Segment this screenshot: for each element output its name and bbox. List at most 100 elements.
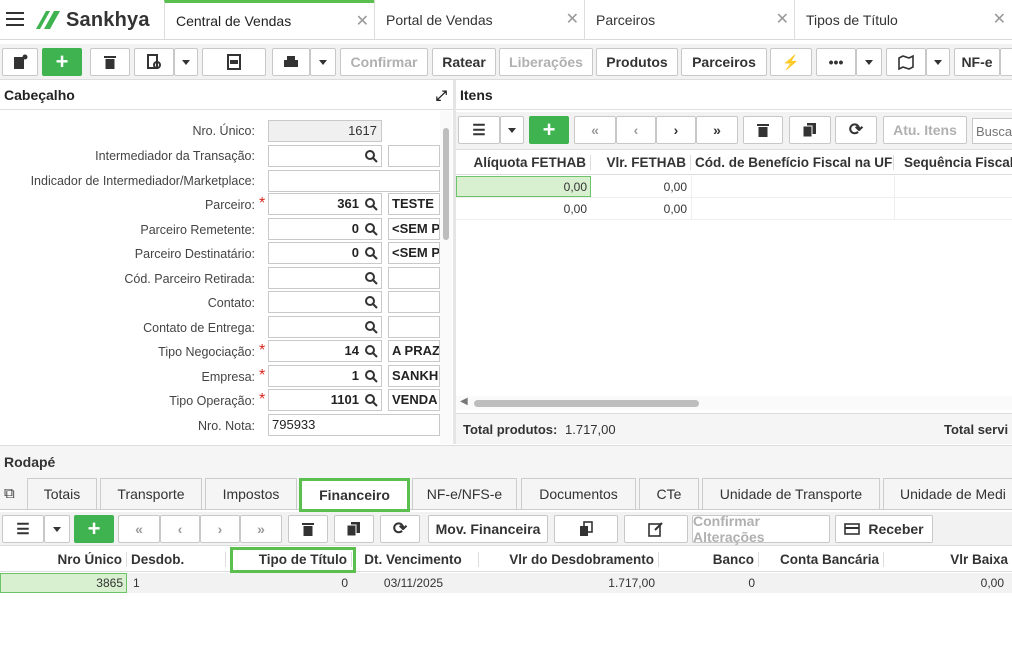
tab-totais[interactable]: Totais	[27, 478, 97, 509]
parceiros-button[interactable]: Parceiros	[681, 48, 767, 76]
menu-icon[interactable]	[6, 12, 24, 26]
copy-item-button[interactable]	[789, 116, 831, 144]
search-icon[interactable]	[364, 197, 378, 211]
search-icon[interactable]	[364, 344, 378, 358]
search-icon[interactable]	[364, 271, 378, 285]
mov-financeira-button[interactable]: Mov. Financeira	[428, 515, 548, 543]
close-icon[interactable]: ✕	[776, 0, 789, 40]
print-dropdown[interactable]	[310, 48, 336, 76]
confirmar-alteracoes-button[interactable]: Confirmar Alterações	[692, 513, 830, 545]
tab-central-de-vendas[interactable]: Central de Vendas ✕	[164, 0, 375, 40]
search-icon[interactable]	[364, 393, 378, 407]
last-page-button[interactable]: »	[240, 515, 282, 543]
nfe-dropdown[interactable]	[1000, 48, 1012, 76]
close-icon[interactable]: ✕	[566, 0, 579, 40]
table-row[interactable]: 3865 1 0 03/11/2025 1.717,00 0 0,00	[0, 573, 1012, 593]
list-view-dropdown[interactable]	[44, 515, 70, 543]
prev-page-button[interactable]: ‹	[616, 116, 656, 144]
contato-field[interactable]	[268, 291, 382, 313]
add-button[interactable]: +	[42, 48, 82, 76]
indicador-field[interactable]	[268, 170, 440, 192]
search-icon[interactable]	[364, 246, 378, 260]
actions-button[interactable]: ⚡	[770, 48, 812, 76]
search-icon[interactable]	[364, 320, 378, 334]
column-header[interactable]: Dt. Vencimento	[352, 552, 479, 567]
close-icon[interactable]: ✕	[993, 0, 1006, 40]
tab-tipos-de-titulo[interactable]: Tipos de Título ✕	[794, 0, 1012, 40]
itens-h-scrollbar[interactable]: ◀	[456, 396, 1012, 410]
column-header[interactable]: Alíquota FETHAB	[456, 155, 591, 170]
itens-search-input[interactable]	[972, 118, 1012, 144]
list-view-dropdown[interactable]	[500, 116, 524, 144]
search-icon[interactable]	[364, 295, 378, 309]
close-icon[interactable]: ✕	[356, 3, 369, 40]
tab-unidade-transporte[interactable]: Unidade de Transporte	[702, 478, 880, 509]
pdf-button[interactable]	[202, 48, 266, 76]
edit-button[interactable]	[624, 515, 688, 543]
search-icon[interactable]	[364, 369, 378, 383]
confirm-button[interactable]: Confirmar	[340, 48, 428, 76]
new-document-button[interactable]	[2, 48, 38, 76]
list-view-button[interactable]: ☰	[458, 116, 500, 144]
nfe-button[interactable]: NF-e	[954, 48, 1000, 76]
delete-item-button[interactable]	[743, 116, 783, 144]
map-button[interactable]	[886, 48, 926, 76]
next-page-button[interactable]: ›	[656, 116, 696, 144]
destinatario-field[interactable]: 0	[268, 242, 382, 264]
column-header[interactable]: Banco	[659, 552, 759, 567]
parceiro-field[interactable]: 361	[268, 193, 382, 215]
next-page-button[interactable]: ›	[200, 515, 240, 543]
search-icon[interactable]	[364, 149, 378, 163]
last-page-button[interactable]: »	[696, 116, 738, 144]
column-header[interactable]: Conta Bancária	[759, 552, 884, 567]
column-header[interactable]: Sequência Fiscal	[894, 155, 1012, 170]
tab-financeiro[interactable]: Financeiro	[299, 478, 410, 512]
ratear-button[interactable]: Ratear	[432, 48, 496, 76]
liberacoes-button[interactable]: Liberações	[499, 48, 593, 76]
column-header[interactable]: Vlr Baixa	[884, 552, 1012, 567]
refresh-button[interactable]: ⟳	[835, 116, 877, 144]
first-page-button[interactable]: «	[118, 515, 160, 543]
atu-itens-button[interactable]: Atu. Itens	[883, 116, 967, 144]
search-icon[interactable]	[364, 222, 378, 236]
expand-icon[interactable]: ⤢	[436, 80, 447, 110]
add-financeiro-button[interactable]: +	[74, 515, 114, 543]
produtos-button[interactable]: Produtos	[596, 48, 678, 76]
documents-button[interactable]	[554, 515, 618, 543]
table-row[interactable]: 0,00 0,00	[456, 176, 1012, 198]
tab-impostos[interactable]: Impostos	[205, 478, 297, 509]
column-header[interactable]: Nro Único	[0, 552, 127, 567]
preview-dropdown[interactable]	[174, 48, 198, 76]
tab-parceiros[interactable]: Parceiros ✕	[584, 0, 795, 40]
first-page-button[interactable]: «	[574, 116, 616, 144]
tab-cte[interactable]: CTe	[639, 478, 699, 509]
copy-tabs-icon[interactable]: ⧉	[4, 485, 15, 502]
tipo-operacao-field[interactable]: 1101	[268, 389, 382, 411]
copy-financeiro-button[interactable]	[334, 515, 374, 543]
remetente-field[interactable]: 0	[268, 218, 382, 240]
retirada-field[interactable]	[268, 267, 382, 289]
column-header[interactable]: Vlr. FETHAB	[591, 155, 691, 170]
tab-documentos[interactable]: Documentos	[521, 478, 636, 509]
more-button[interactable]: •••	[816, 48, 856, 76]
column-header[interactable]: Vlr do Desdobramento	[479, 552, 659, 567]
tipo-negociacao-field[interactable]: 14	[268, 340, 382, 362]
nro-nota-field[interactable]: 795933	[268, 414, 440, 436]
tab-nfe-nfse[interactable]: NF-e/NFS-e	[412, 478, 517, 509]
cabecalho-scrollbar[interactable]	[440, 111, 452, 444]
column-header[interactable]: Cód. de Benefício Fiscal na UF	[691, 155, 894, 170]
delete-financeiro-button[interactable]	[288, 515, 328, 543]
column-header[interactable]: Desdob.	[127, 552, 226, 567]
contato-entrega-field[interactable]	[268, 316, 382, 338]
preview-button[interactable]	[134, 48, 174, 76]
more-dropdown[interactable]	[856, 48, 882, 76]
prev-page-button[interactable]: ‹	[160, 515, 200, 543]
delete-button[interactable]	[90, 48, 130, 76]
table-row[interactable]: 0,00 0,00	[456, 198, 1012, 220]
add-item-button[interactable]: +	[529, 116, 569, 144]
receber-button[interactable]: Receber	[835, 515, 933, 543]
scrollbar-thumb[interactable]	[443, 128, 449, 240]
tab-unidade-medida[interactable]: Unidade de Medi	[883, 478, 1012, 509]
scroll-left-icon[interactable]: ◀	[460, 396, 468, 407]
map-dropdown[interactable]	[926, 48, 950, 76]
